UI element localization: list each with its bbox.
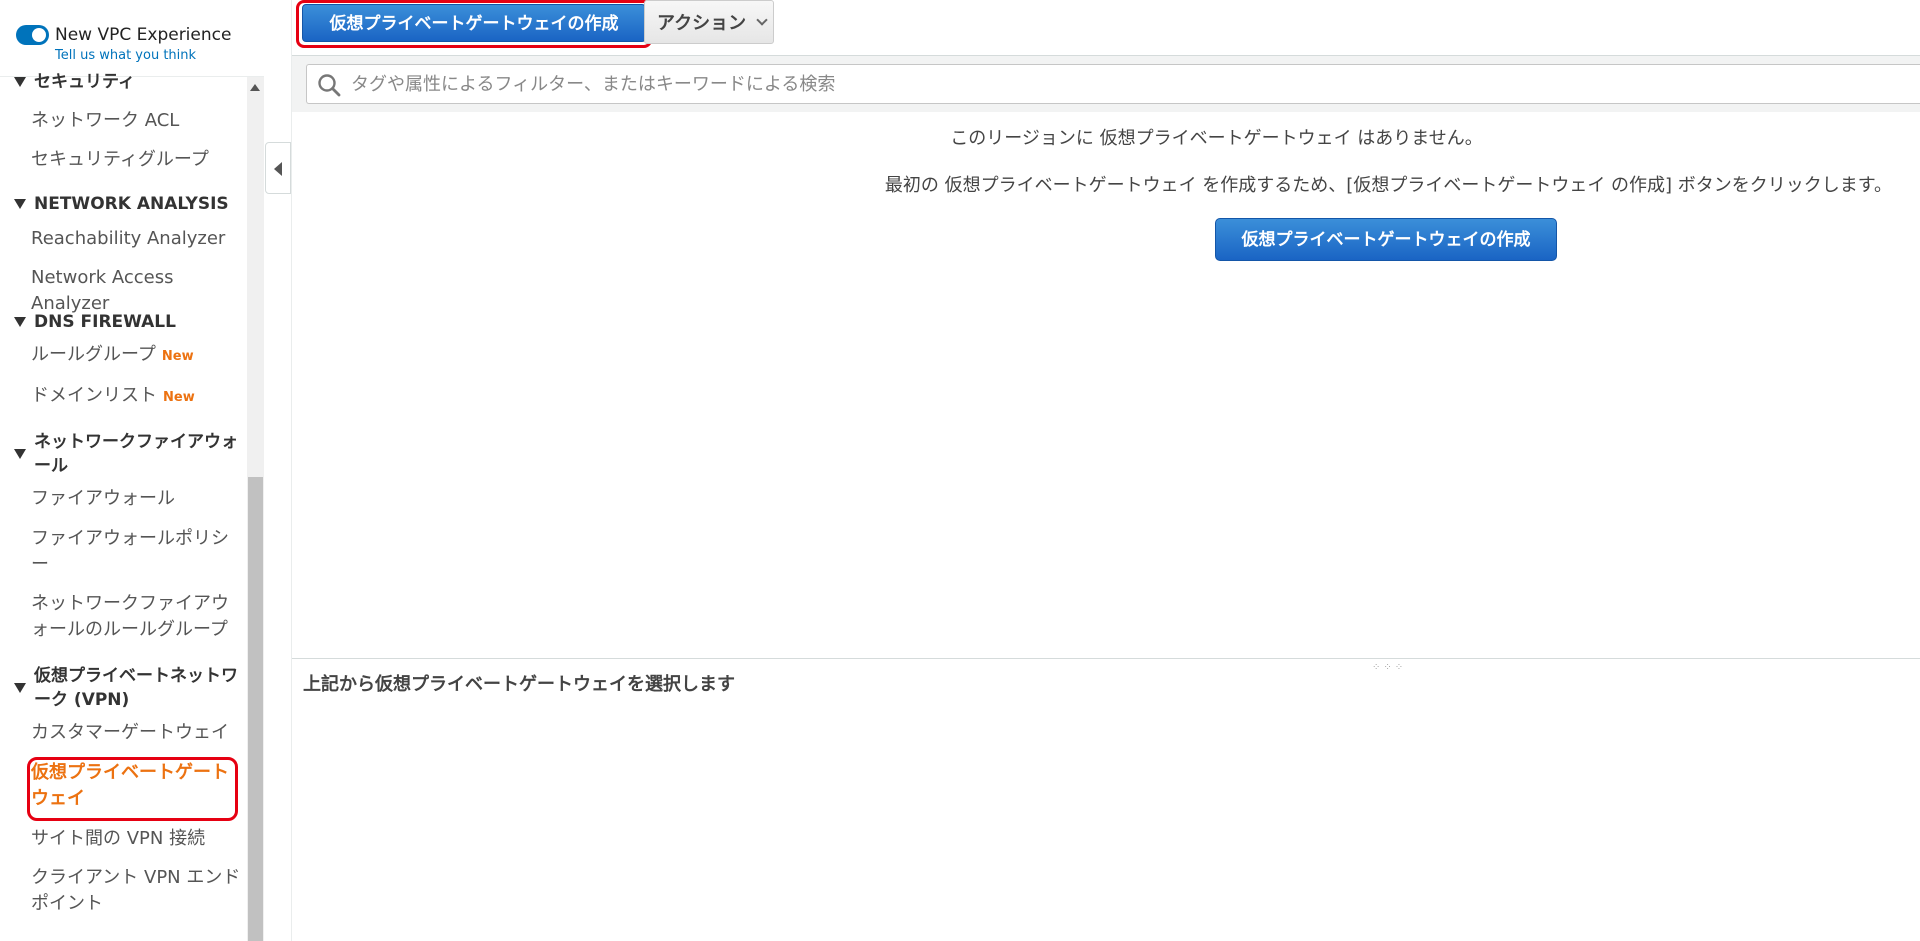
scrollbar-thumb[interactable] xyxy=(248,477,263,941)
sidebar-item-label: ルールグループ xyxy=(31,344,156,365)
chevron-down-icon xyxy=(756,14,768,26)
toolbar: 仮想プライベートゲートウェイの作成 アクション xyxy=(292,0,1920,56)
nav-section-dns-firewall[interactable]: DNS FIREWALL xyxy=(14,310,244,334)
new-badge: New xyxy=(161,349,194,364)
sidebar-item-label: ファイアウォールポリシー xyxy=(31,528,229,575)
search-input[interactable] xyxy=(349,67,1909,101)
triangle-down-icon xyxy=(14,449,26,459)
actions-dropdown-button[interactable]: アクション xyxy=(644,0,774,44)
sidebar-item-firewalls[interactable]: ファイアウォール xyxy=(31,486,246,512)
active-item-highlight xyxy=(27,757,238,821)
nav-section-title: NETWORK ANALYSIS xyxy=(34,194,229,214)
sidebar-item-label: カスタマーゲートウェイ xyxy=(31,722,229,743)
actions-label: アクション xyxy=(657,13,747,34)
sidebar: New VPC Experience Tell us what you thin… xyxy=(0,0,264,941)
nav-section-vpn[interactable]: 仮想プライベートネットワーク (VPN) xyxy=(14,664,244,712)
collapse-sidebar-button[interactable] xyxy=(265,142,291,194)
nav-section-title: 仮想プライベートネットワーク (VPN) xyxy=(34,666,238,710)
new-vpc-experience-toggle[interactable] xyxy=(16,25,49,45)
panel-splitter[interactable] xyxy=(292,658,1920,659)
sidebar-item-client-vpn-endpoints[interactable]: クライアント VPN エンドポイント xyxy=(31,865,246,917)
sidebar-item-label: ネットワークファイアウォールのルールグループ xyxy=(31,593,229,640)
triangle-down-icon xyxy=(14,199,26,209)
nav-section-title: DNS FIREWALL xyxy=(34,312,176,332)
new-vpc-experience-label: New VPC Experience xyxy=(55,25,232,45)
detail-panel-prompt: 上記から仮想プライベートゲートウェイを選択します xyxy=(303,674,735,695)
nav-section-security[interactable]: セキュリティ xyxy=(14,70,244,94)
sidebar-item-rule-groups[interactable]: ルールグループ New xyxy=(31,342,246,370)
triangle-down-icon xyxy=(14,317,26,327)
sidebar-item-customer-gateways[interactable]: カスタマーゲートウェイ xyxy=(31,720,246,746)
nav-section-title: セキュリティ xyxy=(34,72,135,92)
splitter-grip-icon[interactable]: ⁘⁘⁘ xyxy=(1372,662,1406,673)
sidebar-item-label: サイト間の VPN 接続 xyxy=(31,828,206,849)
sidebar-item-site-to-site-vpn[interactable]: サイト間の VPN 接続 xyxy=(31,826,246,852)
triangle-down-icon xyxy=(14,77,26,87)
sidebar-item-label: ドメインリスト xyxy=(31,385,157,406)
nav-section-network-firewall[interactable]: ネットワークファイアウォール xyxy=(14,430,244,478)
sidebar-item-domain-lists[interactable]: ドメインリスト New xyxy=(31,383,246,411)
feedback-link[interactable]: Tell us what you think xyxy=(55,48,196,63)
triangle-down-icon xyxy=(14,683,26,693)
search-box[interactable] xyxy=(306,64,1920,104)
new-vpc-experience-row: New VPC Experience xyxy=(16,20,231,50)
empty-state-create-button[interactable]: 仮想プライベートゲートウェイの作成 xyxy=(1215,218,1557,261)
new-badge: New xyxy=(163,390,195,405)
sidebar-item-label: クライアント VPN エンドポイント xyxy=(31,867,241,914)
create-vpg-button[interactable]: 仮想プライベートゲートウェイの作成 xyxy=(302,4,646,42)
sidebar-item-firewall-policies[interactable]: ファイアウォールポリシー xyxy=(31,526,246,578)
sidebar-item-label: セキュリティグループ xyxy=(31,149,209,170)
sidebar-item-label: Reachability Analyzer xyxy=(31,228,226,249)
empty-state-description: 最初の 仮想プライベートゲートウェイ を作成するため、[仮想プライベートゲートウ… xyxy=(884,175,1892,196)
sidebar-item-label: ファイアウォール xyxy=(31,488,175,509)
sidebar-item-network-acl[interactable]: ネットワーク ACL xyxy=(31,108,246,134)
sidebar-item-label: Network Access Analyzer xyxy=(31,267,174,314)
empty-state-title: このリージョンに 仮想プライベートゲートウェイ はありません。 xyxy=(950,128,1483,149)
nav-section-title: ネットワークファイアウォール xyxy=(34,432,238,476)
sidebar-item-security-groups[interactable]: セキュリティグループ xyxy=(31,147,246,173)
sidebar-item-label: ネットワーク ACL xyxy=(31,110,180,131)
sidebar-scrollbar[interactable] xyxy=(247,77,264,941)
nav-section-network-analysis[interactable]: NETWORK ANALYSIS xyxy=(14,192,244,216)
scroll-up-icon[interactable] xyxy=(250,84,260,91)
filter-bar xyxy=(292,56,1920,112)
search-icon xyxy=(318,74,341,97)
sidebar-item-reachability-analyzer[interactable]: Reachability Analyzer xyxy=(31,226,246,252)
sidebar-item-network-firewall-rule-groups[interactable]: ネットワークファイアウォールのルールグループ xyxy=(31,591,246,643)
main-content: 仮想プライベートゲートウェイの作成 アクション このリージョンに 仮想プライベー… xyxy=(291,0,1920,941)
